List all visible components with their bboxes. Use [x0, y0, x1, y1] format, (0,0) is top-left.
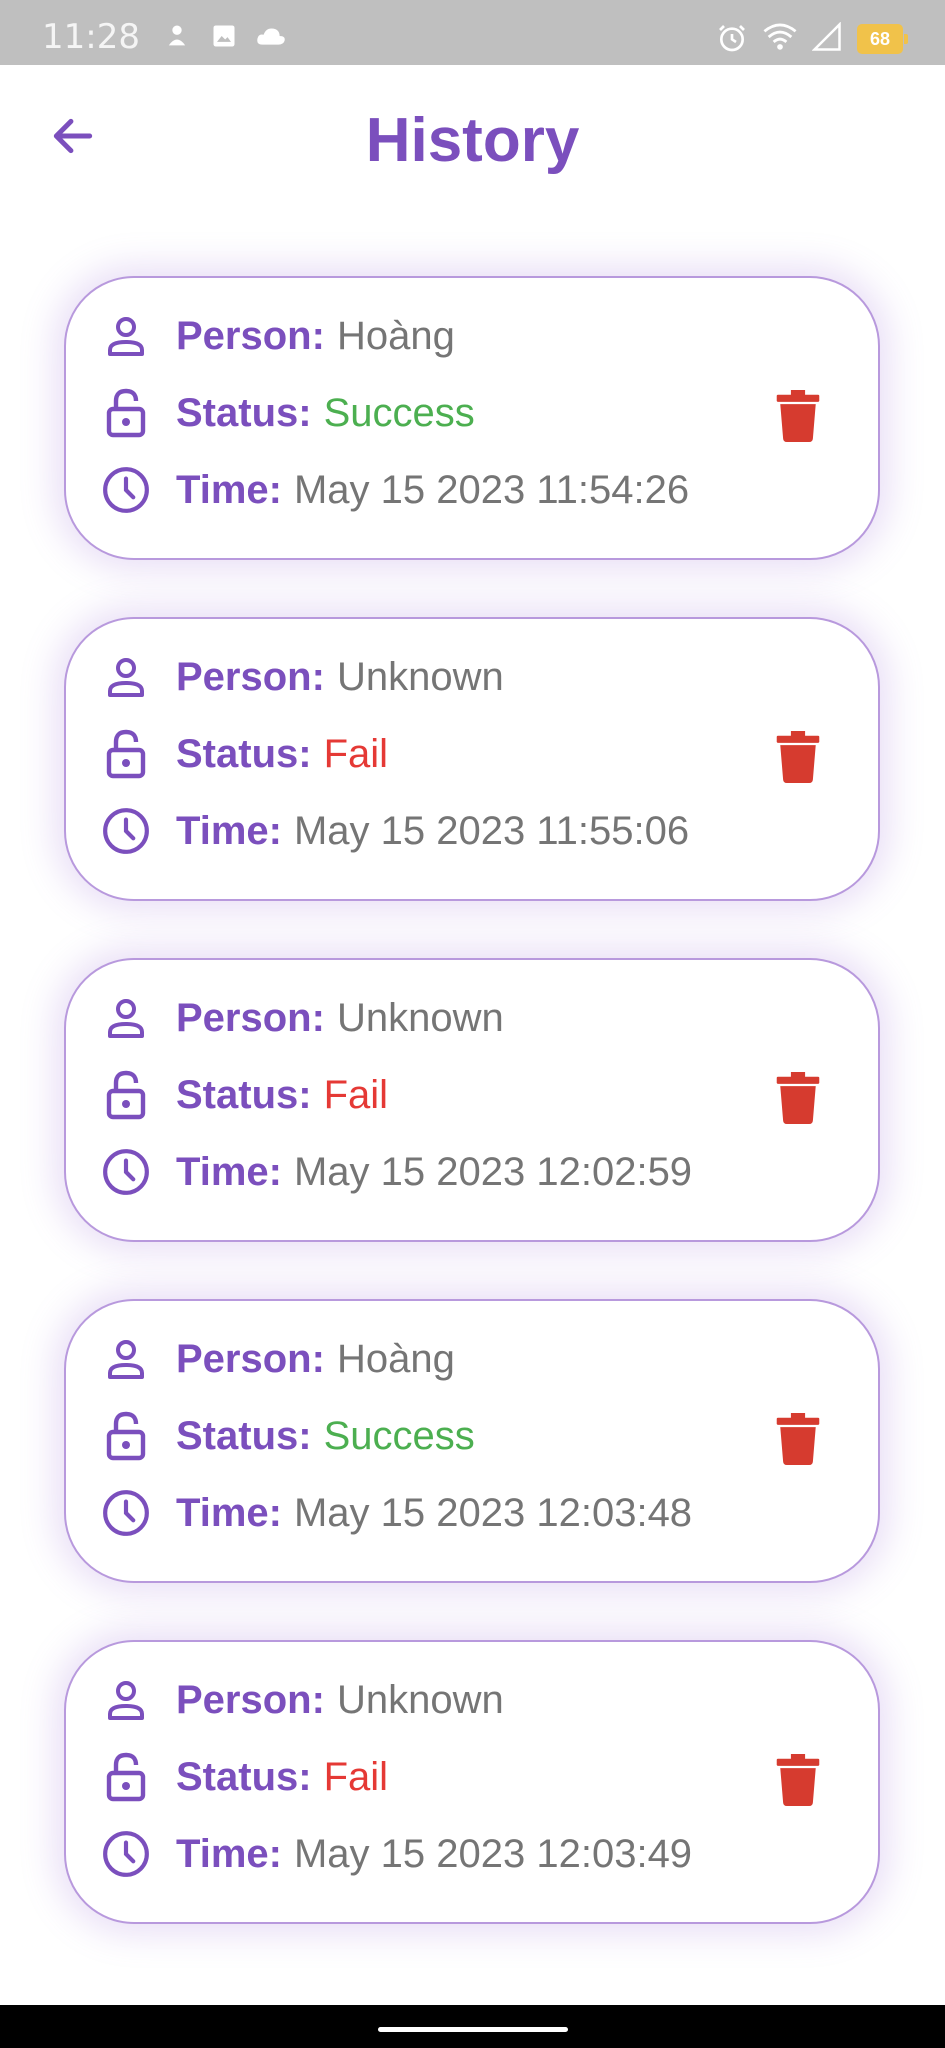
status-row: Status: Fail — [98, 1067, 388, 1123]
person-icon — [98, 308, 154, 364]
status-value: Fail — [323, 1072, 389, 1117]
person-value: Unknown — [336, 995, 504, 1040]
person-label: Person: — [176, 1677, 325, 1722]
lock-open-icon — [98, 1067, 154, 1123]
clock-icon — [98, 1485, 154, 1541]
time-value: May 15 2023 12:03:48 — [293, 1490, 693, 1535]
clock-icon — [98, 1826, 154, 1882]
history-card: Person: Unknown Status: Fail Time: May 1… — [64, 1640, 880, 1924]
delete-button[interactable] — [774, 389, 822, 447]
lock-open-icon — [98, 385, 154, 441]
app-bar: History — [0, 65, 945, 215]
status-row: Status: Fail — [98, 726, 388, 782]
person-value: Unknown — [336, 1677, 504, 1722]
status-value: Success — [323, 1413, 475, 1458]
person-value: Unknown — [336, 654, 504, 699]
person-icon — [98, 1331, 154, 1387]
person-label: Person: — [176, 654, 325, 699]
time-row: Time: May 15 2023 11:54:26 — [98, 462, 689, 518]
person-label: Person: — [176, 995, 325, 1040]
system-nav-bar — [0, 2005, 945, 2048]
trash-icon — [776, 1753, 820, 1811]
delete-button[interactable] — [774, 1753, 822, 1811]
person-row: Person: Hoàng — [98, 308, 455, 364]
status-value: Fail — [323, 731, 389, 776]
time-row: Time: May 15 2023 12:03:49 — [98, 1826, 692, 1882]
time-row: Time: May 15 2023 12:03:48 — [98, 1485, 692, 1541]
clock-icon — [98, 462, 154, 518]
trash-icon — [776, 730, 820, 788]
person-label: Person: — [176, 1336, 325, 1381]
time-value: May 15 2023 12:02:59 — [293, 1149, 693, 1194]
person-row: Person: Hoàng — [98, 1331, 455, 1387]
status-label: Status: — [176, 390, 312, 435]
person-icon — [98, 649, 154, 705]
status-label: Status: — [176, 1754, 312, 1799]
time-value: May 15 2023 11:54:26 — [293, 467, 690, 512]
history-card: Person: Hoàng Status: Success Time: May … — [64, 1299, 880, 1583]
status-label: Status: — [176, 731, 312, 776]
delete-button[interactable] — [774, 1071, 822, 1129]
status-row: Status: Success — [98, 1408, 475, 1464]
person-row: Person: Unknown — [98, 990, 504, 1046]
notification-icon — [163, 22, 191, 55]
person-label: Person: — [176, 313, 325, 358]
lock-open-icon — [98, 726, 154, 782]
time-row: Time: May 15 2023 11:55:06 — [98, 803, 689, 859]
delete-button[interactable] — [774, 1412, 822, 1470]
person-row: Person: Unknown — [98, 649, 504, 705]
person-value: Hoàng — [336, 1336, 455, 1381]
gallery-icon — [210, 22, 238, 55]
delete-button[interactable] — [774, 730, 822, 788]
page-title: History — [365, 106, 580, 175]
wifi-icon — [763, 22, 797, 57]
trash-icon — [776, 1071, 820, 1129]
home-indicator[interactable] — [378, 2027, 568, 2032]
clock-icon — [98, 803, 154, 859]
time-value: May 15 2023 11:55:06 — [293, 808, 690, 853]
status-value: Fail — [323, 1754, 389, 1799]
lock-open-icon — [98, 1408, 154, 1464]
status-row: Status: Fail — [98, 1749, 388, 1805]
person-value: Hoàng — [336, 313, 455, 358]
status-value: Success — [323, 390, 475, 435]
history-card: Person: Unknown Status: Fail Time: May 1… — [64, 958, 880, 1242]
signal-icon — [811, 21, 842, 57]
time-row: Time: May 15 2023 12:02:59 — [98, 1144, 692, 1200]
trash-icon — [776, 389, 820, 447]
time-value: May 15 2023 12:03:49 — [293, 1831, 693, 1876]
status-label: Status: — [176, 1413, 312, 1458]
time-label: Time: — [176, 1831, 282, 1876]
person-icon — [98, 990, 154, 1046]
status-label: Status: — [176, 1072, 312, 1117]
battery-icon: 68 — [857, 24, 908, 54]
status-bar: 11:28 68 — [0, 0, 945, 65]
history-card: Person: Hoàng Status: Success Time: May … — [64, 276, 880, 560]
time-label: Time: — [176, 808, 282, 853]
clock: 11:28 — [42, 17, 140, 57]
time-label: Time: — [176, 1149, 282, 1194]
status-row: Status: Success — [98, 385, 475, 441]
time-label: Time: — [176, 1490, 282, 1535]
lock-open-icon — [98, 1749, 154, 1805]
alarm-icon — [716, 22, 748, 59]
cloud-icon — [255, 22, 287, 55]
person-row: Person: Unknown — [98, 1672, 504, 1728]
trash-icon — [776, 1412, 820, 1470]
clock-icon — [98, 1144, 154, 1200]
time-label: Time: — [176, 467, 282, 512]
person-icon — [98, 1672, 154, 1728]
history-card: Person: Unknown Status: Fail Time: May 1… — [64, 617, 880, 901]
